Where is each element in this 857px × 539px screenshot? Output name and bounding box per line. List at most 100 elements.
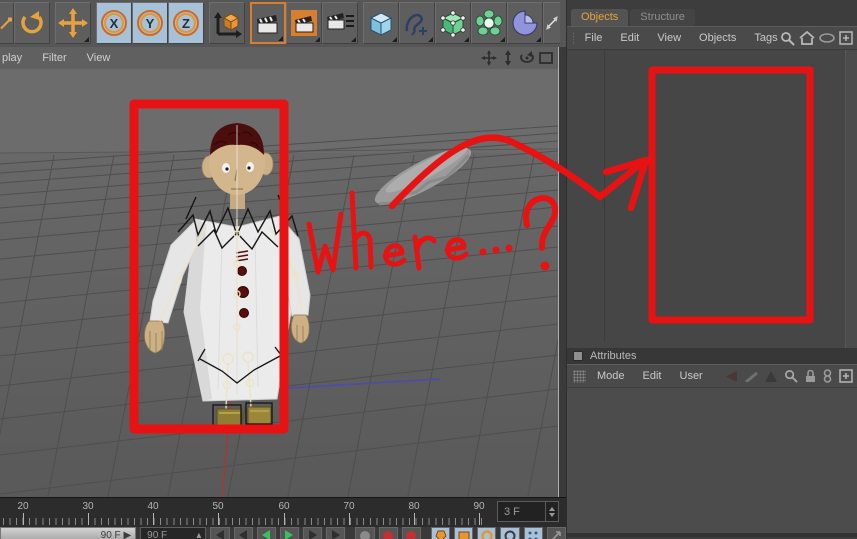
frame-spinner[interactable] — [545, 502, 558, 521]
range-dropdown[interactable]: 90 F ▴ — [140, 527, 207, 539]
preview-range-slider[interactable]: 90 F ▶ — [0, 527, 137, 539]
viewport-pan-icon[interactable] — [481, 50, 497, 66]
tab-structure[interactable]: Structure — [630, 9, 695, 26]
maximize-panel-icon[interactable] — [839, 31, 853, 45]
viewport-zoom-icon[interactable] — [500, 50, 516, 66]
boolean-object-icon[interactable] — [507, 2, 543, 44]
record-button[interactable] — [378, 527, 398, 539]
editable-object-icon[interactable] — [435, 2, 471, 44]
parent-up-icon[interactable] — [765, 370, 777, 382]
range-arrow: ▶ — [123, 530, 132, 539]
objects-menu-objects[interactable]: Objects — [690, 32, 745, 44]
timeline-ruler[interactable]: 20 30 40 50 60 70 80 90 — [0, 498, 492, 528]
add-cube-primitive-icon[interactable] — [363, 2, 399, 44]
previous-key-button[interactable] — [233, 527, 253, 539]
autokey-scale-button[interactable] — [454, 527, 474, 539]
x-axis-lock-button[interactable]: X — [96, 2, 132, 44]
attributes-menu-mode[interactable]: Mode — [588, 370, 634, 382]
tick — [284, 513, 285, 525]
main-toolbar: X Y Z — [0, 0, 566, 47]
svg-text:Y: Y — [146, 16, 155, 31]
attributes-titlebar: Attributes — [567, 348, 857, 364]
lock-icon[interactable] — [805, 369, 816, 383]
tick-label: 90 — [473, 501, 485, 512]
play-forward-button[interactable] — [279, 527, 300, 539]
keyframe-selection-button[interactable] — [523, 527, 543, 539]
add-spline-icon[interactable] — [399, 2, 435, 44]
rotate-tool-icon[interactable] — [14, 2, 50, 44]
render-picture-viewer-button[interactable] — [286, 2, 322, 44]
move-tool-icon[interactable] — [55, 2, 91, 44]
attributes-title: Attributes — [590, 350, 637, 362]
grip-handle[interactable] — [573, 31, 574, 45]
tick — [153, 513, 154, 525]
solo-animation-button[interactable] — [546, 527, 566, 539]
timeline-bar: 20 30 40 50 60 70 80 90 3 F — [0, 497, 566, 527]
search-icon[interactable] — [780, 31, 795, 46]
render-view-button[interactable] — [250, 2, 286, 44]
object-list-divider — [604, 50, 605, 342]
objects-menu-file[interactable]: File — [576, 32, 612, 44]
render-settings-button[interactable] — [322, 2, 358, 44]
viewport-menu-view[interactable]: View — [77, 52, 121, 64]
objects-menu-tags[interactable]: Tags — [745, 32, 779, 44]
modeling-tool-icon[interactable] — [543, 2, 560, 44]
tab-objects[interactable]: Objects — [571, 9, 629, 26]
coordinate-system-icon[interactable] — [209, 2, 245, 44]
tick — [23, 513, 24, 525]
viewport-canvas[interactable] — [0, 69, 558, 497]
frame-value[interactable]: 3 F — [498, 506, 545, 518]
viewport-menu-display[interactable]: play — [0, 52, 32, 64]
tick-label: 30 — [82, 501, 94, 512]
z-axis-lock-button[interactable]: Z — [168, 2, 204, 44]
scale-tool-icon[interactable] — [0, 2, 14, 44]
viewport-panel[interactable]: play Filter View — [0, 47, 559, 497]
viewport-menu-filter[interactable]: Filter — [32, 52, 76, 64]
home-icon[interactable] — [799, 31, 815, 45]
range-dropdown-label: 90 F — [147, 530, 168, 539]
attributes-menubar: Mode Edit User — [567, 364, 857, 387]
current-frame-field[interactable]: 3 F — [497, 501, 559, 522]
search-icon[interactable] — [784, 369, 798, 383]
panel-icon — [573, 351, 583, 361]
eye-icon[interactable] — [819, 33, 835, 43]
objects-menu-edit[interactable]: Edit — [611, 32, 648, 44]
autokey-rotation-button[interactable] — [477, 527, 497, 539]
range-end-label: 90 F — [100, 530, 121, 539]
y-axis-lock-button[interactable]: Y — [132, 2, 168, 44]
viewport-menubar: play Filter View — [0, 47, 558, 69]
record-help-button[interactable] — [401, 527, 421, 539]
play-backward-button[interactable] — [256, 527, 276, 539]
animation-toolbar: 90 F ▶ 90 F ▴ — [0, 527, 566, 539]
manager-tabs: Objects Structure — [567, 0, 857, 26]
objects-menu-view[interactable]: View — [648, 32, 690, 44]
link-icon[interactable] — [823, 369, 832, 383]
next-key-button[interactable] — [303, 527, 323, 539]
viewport-rotate-icon[interactable] — [519, 50, 535, 66]
autokey-parameter-button[interactable] — [500, 527, 520, 539]
svg-text:X: X — [110, 16, 119, 31]
viewport-sky — [0, 69, 558, 155]
goto-start-button[interactable] — [210, 527, 230, 539]
tick — [479, 513, 480, 525]
maximize-panel-icon[interactable] — [839, 369, 853, 383]
history-forward-icon[interactable] — [745, 371, 758, 382]
attributes-content[interactable] — [567, 387, 857, 537]
attributes-menu-edit[interactable]: Edit — [634, 370, 671, 382]
tick — [218, 513, 219, 525]
viewport-maximize-icon[interactable] — [538, 50, 554, 66]
tick — [88, 513, 89, 525]
history-back-icon[interactable] — [725, 370, 738, 382]
array-object-icon[interactable] — [471, 2, 507, 44]
attributes-menu-user[interactable]: User — [671, 370, 712, 382]
goto-end-button[interactable] — [326, 527, 346, 539]
object-list-scrollbar[interactable] — [845, 50, 857, 348]
autokey-position-button[interactable] — [430, 527, 451, 539]
tick-label: 60 — [278, 501, 290, 512]
dropdown-arrow-icon: ▴ — [196, 530, 202, 539]
tick-label: 20 — [17, 501, 29, 512]
tick-label: 40 — [147, 501, 159, 512]
grip-handle[interactable] — [573, 369, 586, 383]
object-manager-list[interactable] — [567, 49, 857, 348]
record-position-button[interactable] — [355, 527, 375, 539]
